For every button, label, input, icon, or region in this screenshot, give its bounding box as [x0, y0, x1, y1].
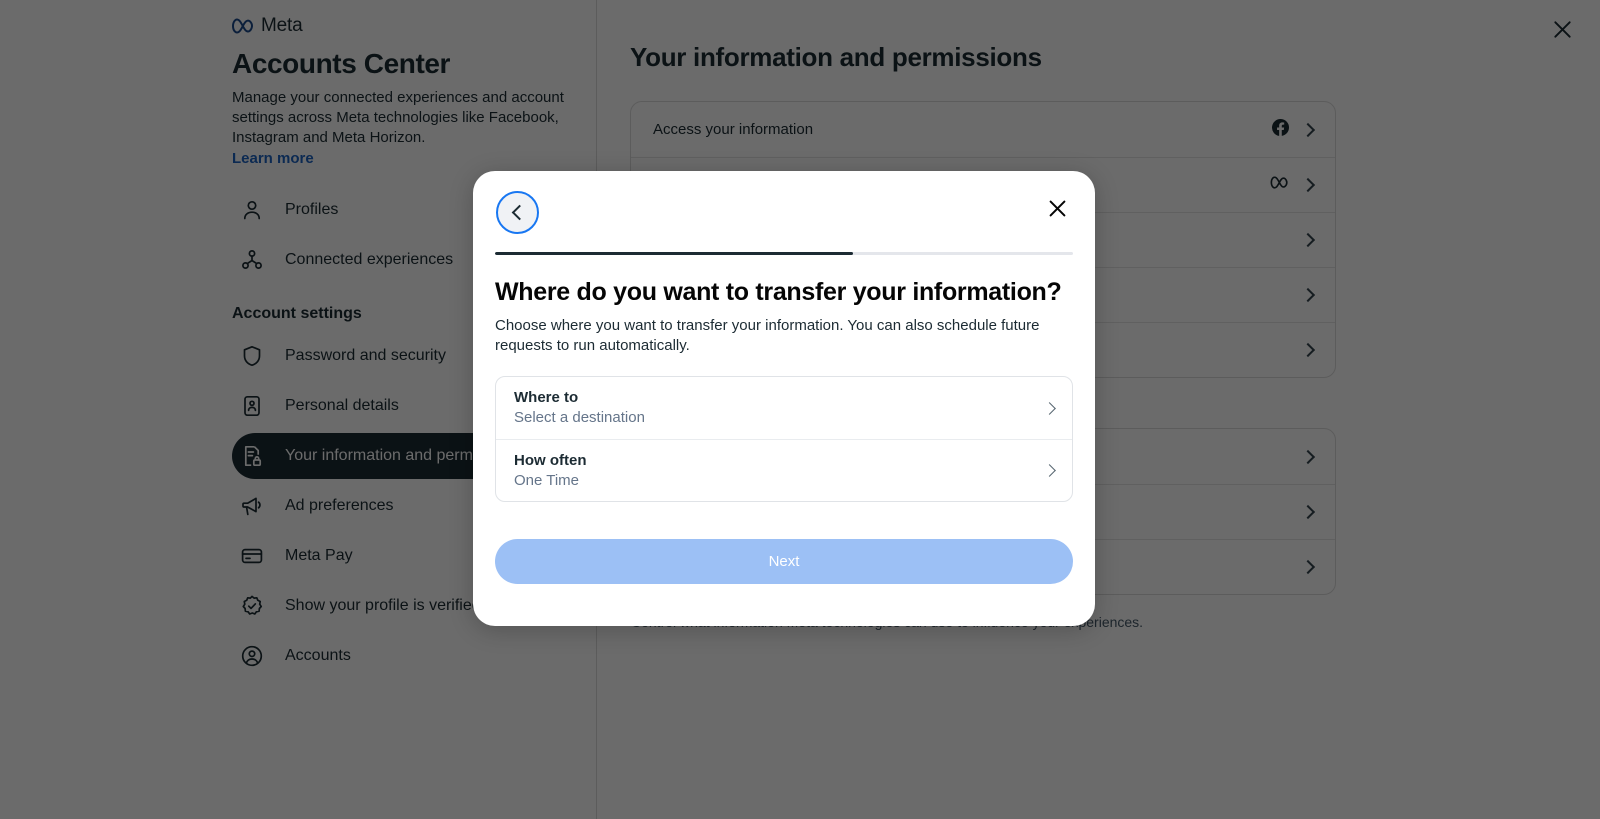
option-value: One Time: [514, 471, 580, 489]
dialog-close-button[interactable]: [1040, 194, 1074, 228]
back-button[interactable]: [496, 190, 539, 234]
option-how-often[interactable]: How often One Time: [496, 439, 1072, 501]
option-value: Select a destination: [514, 409, 645, 426]
transfer-information-dialog: Where do you want to transfer your infor…: [473, 171, 1095, 626]
next-button[interactable]: Next: [495, 539, 1073, 584]
progress-bar: [495, 252, 1073, 255]
options-list: Where to Select a destination How often …: [495, 376, 1073, 502]
progress-bar-fill: [495, 252, 854, 255]
option-title: How often: [514, 451, 587, 469]
close-icon: [1046, 197, 1069, 225]
option-where-to[interactable]: Where to Select a destination: [496, 377, 1072, 439]
dialog-heading: Where do you want to transfer your infor…: [495, 278, 1062, 306]
option-title: Where to: [514, 389, 579, 406]
dialog-subtitle: Choose where you want to transfer your i…: [495, 317, 1040, 354]
chevron-right-icon: [1043, 401, 1056, 415]
chevron-right-icon: [1043, 464, 1056, 477]
chevron-left-icon: [511, 204, 528, 220]
dialog-header: [495, 171, 1073, 251]
